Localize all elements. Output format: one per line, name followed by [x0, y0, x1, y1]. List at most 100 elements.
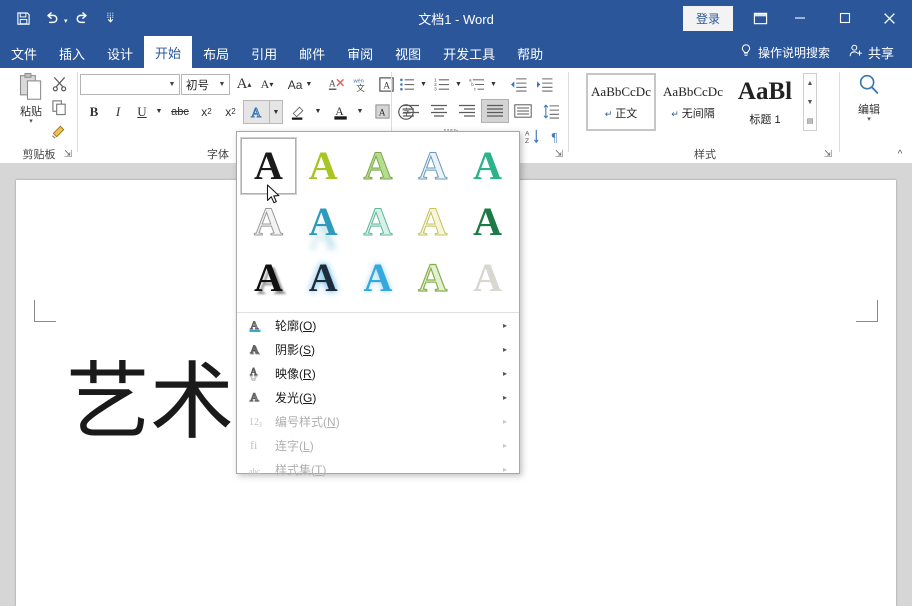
tab-mailings[interactable]: 邮件: [288, 38, 336, 68]
collapse-ribbon-button[interactable]: ^: [892, 148, 908, 162]
save-button[interactable]: [10, 6, 36, 30]
clear-formatting-button[interactable]: A: [322, 74, 348, 95]
ribbon-display-options-icon[interactable]: [743, 0, 777, 36]
undo-dropdown-caret[interactable]: ▾: [64, 18, 68, 25]
tab-developer[interactable]: 开发工具: [432, 38, 506, 68]
tab-file[interactable]: 文件: [0, 38, 48, 68]
wordart-style-12[interactable]: A: [351, 250, 406, 306]
align-center-button[interactable]: [426, 100, 452, 122]
wordart-style-13[interactable]: A: [405, 250, 460, 306]
text-effects-icon: A: [248, 103, 266, 121]
copy-button[interactable]: [46, 96, 72, 118]
superscript-button[interactable]: x2: [219, 101, 242, 122]
decrease-indent-button[interactable]: [507, 74, 531, 95]
font-size-value[interactable]: 初号: [182, 77, 215, 93]
tab-home[interactable]: 开始: [144, 36, 192, 68]
show-marks-button[interactable]: ¶: [546, 126, 568, 147]
text-effects-dropdown-caret[interactable]: ▼: [270, 101, 282, 123]
wordart-style-2[interactable]: A: [351, 138, 406, 194]
minimize-button[interactable]: [777, 0, 822, 36]
wordart-style-14[interactable]: A: [460, 250, 515, 306]
menu-item-shadow[interactable]: AA 阴影(S) ▸: [237, 337, 519, 361]
strikethrough-button[interactable]: abc: [167, 101, 193, 122]
editing-dropdown-caret[interactable]: ▾: [867, 117, 871, 123]
chevron-down-icon[interactable]: ▼: [215, 81, 229, 88]
style-no-spacing[interactable]: AaBbCcDc ↵ 无间隔: [658, 73, 728, 131]
numbering-button[interactable]: 123: [431, 74, 453, 95]
wordart-style-9[interactable]: A: [460, 194, 515, 250]
tab-layout[interactable]: 布局: [192, 38, 240, 68]
styles-scroll-down[interactable]: ▼: [804, 93, 816, 111]
wordart-style-10[interactable]: A: [241, 250, 296, 306]
bold-button[interactable]: B: [83, 101, 105, 122]
font-size-combo[interactable]: 初号 ▼: [181, 74, 230, 95]
bullets-button[interactable]: [396, 74, 418, 95]
customize-qat-button[interactable]: [98, 6, 124, 30]
change-case-button[interactable]: Aa▼: [283, 74, 317, 95]
undo-button[interactable]: [38, 6, 64, 30]
style-normal[interactable]: AaBbCcDc ↵ 正文: [586, 73, 656, 131]
multilevel-list-button[interactable]: abc: [466, 74, 488, 95]
line-spacing-button[interactable]: [540, 100, 562, 122]
wordart-style-0[interactable]: A: [241, 138, 296, 194]
redo-button[interactable]: [70, 6, 96, 30]
style-heading-1[interactable]: AaBl 标题 1: [730, 73, 800, 131]
wordart-style-7[interactable]: A: [351, 194, 406, 250]
tab-insert[interactable]: 插入: [48, 38, 96, 68]
bullets-dropdown-caret[interactable]: ▼: [418, 74, 429, 95]
numbering-dropdown-caret[interactable]: ▼: [453, 74, 464, 95]
grow-font-button[interactable]: A▴: [233, 74, 255, 95]
font-color-dropdown-caret[interactable]: ▼: [354, 101, 366, 122]
sign-in-button[interactable]: 登录: [683, 6, 733, 31]
wordart-style-3[interactable]: A: [405, 138, 460, 194]
paragraph-dialog-launcher[interactable]: ⇲: [553, 149, 565, 161]
clipboard-dialog-launcher[interactable]: ⇲: [62, 149, 74, 161]
text-highlight-button[interactable]: [286, 101, 312, 122]
justify-button[interactable]: [482, 100, 508, 122]
menu-item-outline[interactable]: A 轮廓(O) ▸: [237, 313, 519, 337]
wordart-style-4[interactable]: A: [460, 138, 515, 194]
font-color-button[interactable]: A: [328, 101, 354, 122]
maximize-button[interactable]: [822, 0, 867, 36]
chevron-down-icon[interactable]: ▼: [165, 81, 179, 88]
align-right-button[interactable]: [454, 100, 480, 122]
underline-button[interactable]: U: [131, 101, 153, 122]
align-left-button[interactable]: [398, 100, 424, 122]
tab-references[interactable]: 引用: [240, 38, 288, 68]
phonetic-guide-button[interactable]: wén 文: [349, 74, 373, 95]
wordart-style-6[interactable]: A: [296, 194, 351, 250]
tab-design[interactable]: 设计: [96, 38, 144, 68]
font-name-combo[interactable]: ▼: [80, 74, 180, 95]
wordart-style-11[interactable]: A: [296, 250, 351, 306]
editing-button[interactable]: 编辑 ▾: [846, 72, 892, 144]
subscript-button[interactable]: x2: [195, 101, 218, 122]
distribute-button[interactable]: [510, 100, 536, 122]
underline-dropdown-caret[interactable]: ▼: [153, 101, 165, 122]
styles-more-button[interactable]: ▤: [804, 112, 816, 130]
menu-item-glow[interactable]: AA 发光(G) ▸: [237, 385, 519, 409]
wordart-style-8[interactable]: A: [405, 194, 460, 250]
italic-button[interactable]: I: [107, 101, 129, 122]
cut-button[interactable]: [46, 72, 72, 94]
wordart-style-5[interactable]: A: [241, 194, 296, 250]
share-button[interactable]: 共享: [838, 37, 904, 67]
text-effects-button[interactable]: A: [244, 101, 270, 123]
tab-help[interactable]: 帮助: [506, 38, 554, 68]
tell-me-search[interactable]: 操作说明搜索: [731, 37, 838, 67]
tab-review[interactable]: 审阅: [336, 38, 384, 68]
tab-view[interactable]: 视图: [384, 38, 432, 68]
styles-dialog-launcher[interactable]: ⇲: [822, 149, 834, 161]
menu-item-reflection[interactable]: AA 映像(R) ▸: [237, 361, 519, 385]
paste-dropdown-caret[interactable]: ▾: [29, 119, 33, 125]
styles-scrollbar[interactable]: ▲ ▼ ▤: [803, 73, 817, 131]
highlight-dropdown-caret[interactable]: ▼: [312, 101, 324, 122]
close-button[interactable]: [867, 0, 912, 36]
format-painter-icon: [50, 123, 68, 140]
shrink-font-button[interactable]: A▾: [256, 74, 278, 95]
format-painter-button[interactable]: [46, 120, 72, 142]
multilevel-dropdown-caret[interactable]: ▼: [488, 74, 499, 95]
wordart-style-1[interactable]: A: [296, 138, 351, 194]
sort-button[interactable]: AZ: [520, 126, 544, 147]
styles-scroll-up[interactable]: ▲: [804, 74, 816, 92]
increase-indent-button[interactable]: [533, 74, 557, 95]
